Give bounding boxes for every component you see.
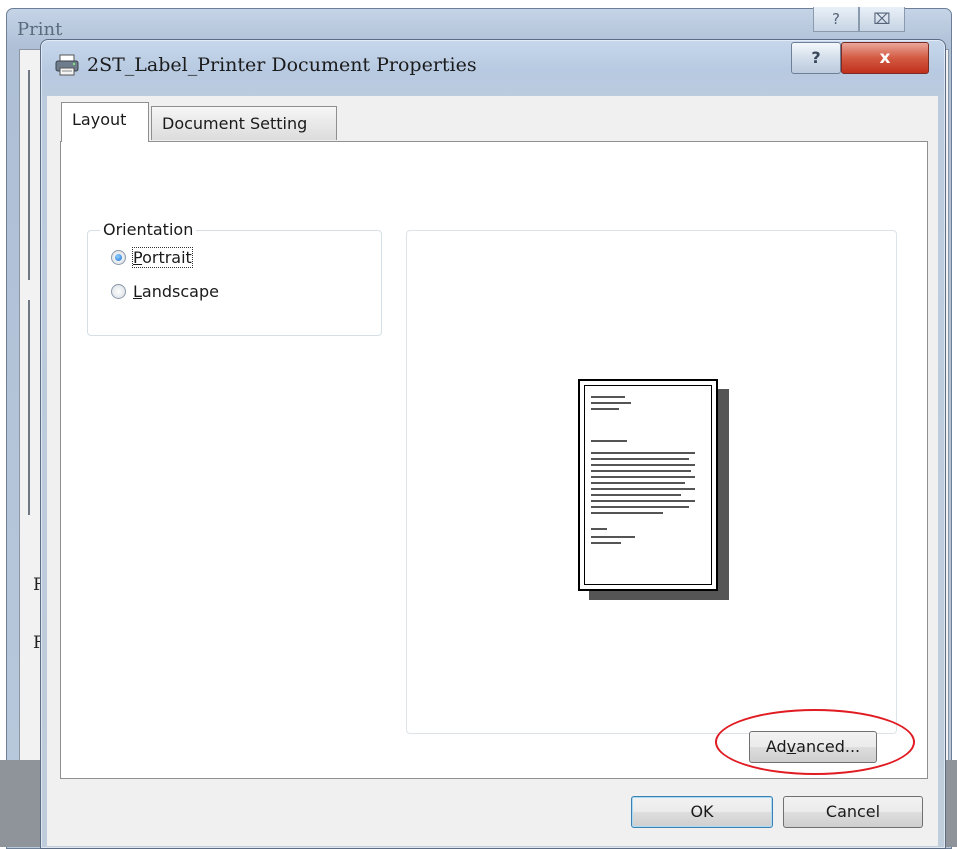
background-window-title: Print — [17, 19, 63, 40]
printer-icon — [55, 54, 79, 76]
page-text-line — [591, 408, 619, 410]
page-preview — [406, 230, 897, 734]
orientation-legend: Orientation — [100, 220, 197, 239]
tab-document-setting[interactable]: Document Setting — [151, 106, 337, 140]
dialog-client-area: Layout Document Setting Orientation Port… — [47, 96, 938, 846]
help-button[interactable]: ? — [791, 42, 841, 74]
dialog-title-bar[interactable]: 2ST_Label_Printer Document Properties ? … — [41, 40, 945, 96]
close-button[interactable]: x — [841, 42, 929, 74]
page-preview-sheet — [578, 379, 718, 591]
portrait-label[interactable]: Portrait — [132, 246, 193, 268]
advanced-button[interactable]: Advanced... — [749, 731, 877, 763]
ok-button[interactable]: OK — [631, 796, 773, 828]
background-help-button[interactable]: ? — [813, 7, 859, 32]
background-divider — [28, 70, 30, 280]
page-text-line — [591, 494, 681, 496]
document-properties-dialog: 2ST_Label_Printer Document Properties ? … — [40, 39, 946, 849]
cancel-button[interactable]: Cancel — [783, 796, 923, 828]
page-text-line — [591, 512, 663, 514]
orientation-group: Orientation Portrait Landscape — [87, 220, 382, 336]
page-text-line — [591, 458, 689, 460]
page-text-line — [591, 402, 631, 404]
background-divider — [28, 300, 30, 515]
layout-tab-panel: Orientation Portrait Landscape — [60, 141, 928, 779]
page-text-line — [591, 476, 695, 478]
page-text-line — [591, 482, 685, 484]
portrait-radio[interactable] — [111, 249, 126, 265]
landscape-option[interactable]: Landscape — [111, 280, 219, 302]
page-text-line — [591, 506, 689, 508]
dialog-title: 2ST_Label_Printer Document Properties — [87, 54, 477, 76]
page-text-line — [591, 452, 695, 454]
background-close-button[interactable]: ⌧ — [859, 7, 905, 32]
landscape-radio[interactable] — [111, 283, 126, 299]
page-text-line — [591, 528, 607, 530]
page-text-line — [591, 440, 627, 442]
page-text-line — [591, 464, 695, 466]
page-text-line — [591, 536, 635, 538]
page-preview-margin — [584, 385, 712, 585]
page-text-line — [591, 488, 695, 490]
page-text-line — [591, 500, 695, 502]
tab-layout[interactable]: Layout — [61, 102, 149, 142]
page-text-line — [591, 396, 625, 398]
portrait-option[interactable]: Portrait — [111, 246, 193, 268]
page-text-line — [591, 542, 621, 544]
page-text-line — [591, 470, 691, 472]
landscape-label[interactable]: Landscape — [133, 282, 219, 301]
